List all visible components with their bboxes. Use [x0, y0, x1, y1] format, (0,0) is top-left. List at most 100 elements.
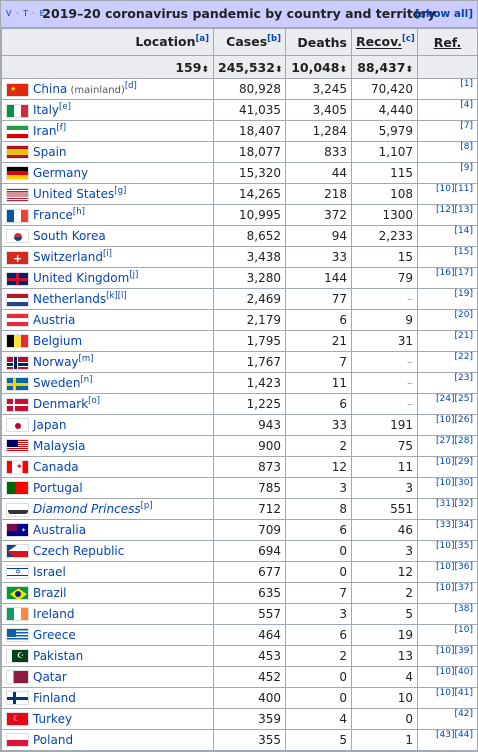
footnote-link[interactable]: [n] — [80, 375, 92, 385]
country-name[interactable]: Germany — [33, 166, 88, 180]
total-countries[interactable]: 159⬍ — [1, 55, 214, 79]
country-cell[interactable]: Japan — [1, 414, 214, 436]
country-name[interactable]: Diamond Princess — [33, 502, 141, 516]
country-name[interactable]: Malaysia — [33, 439, 85, 453]
country-name[interactable]: Finland — [33, 691, 76, 705]
country-name[interactable]: Greece — [33, 628, 76, 642]
country-cell[interactable]: Denmark[o] — [1, 393, 214, 415]
country-name[interactable]: Italy — [33, 103, 59, 117]
country-name[interactable]: South Korea — [33, 229, 106, 243]
country-name[interactable]: Qatar — [33, 670, 67, 684]
country-name[interactable]: Israel — [33, 565, 66, 579]
country-name[interactable]: France — [33, 208, 73, 222]
reference-link[interactable]: [27][28] — [417, 435, 478, 457]
country-name[interactable]: Canada — [33, 460, 79, 474]
country-name[interactable]: Norway — [33, 355, 79, 369]
reference-link[interactable]: [23] — [417, 372, 478, 394]
footnote-link[interactable]: [f] — [56, 123, 66, 133]
reference-link[interactable]: [24][25] — [417, 393, 478, 415]
country-cell[interactable]: Greece — [1, 624, 214, 646]
reference-link[interactable]: [20] — [417, 309, 478, 331]
country-name[interactable]: Portugal — [33, 481, 83, 495]
country-name[interactable]: Spain — [33, 145, 67, 159]
reference-link[interactable]: [15] — [417, 246, 478, 268]
vte-links[interactable]: V · T · E — [6, 1, 46, 27]
country-cell[interactable]: Brazil — [1, 582, 214, 604]
country-cell[interactable]: ✦ Australia — [1, 519, 214, 541]
reference-link[interactable]: [10] — [417, 624, 478, 646]
deaths-header[interactable]: Deaths — [285, 28, 352, 56]
country-cell[interactable]: Belgium — [1, 330, 214, 352]
reference-link[interactable]: [8] — [417, 141, 478, 163]
footnote-link[interactable]: [e] — [59, 102, 71, 112]
reference-link[interactable]: [31][32] — [417, 498, 478, 520]
reference-link[interactable]: [43][44] — [417, 729, 478, 751]
country-cell[interactable]: United Kingdom[j] — [1, 267, 214, 289]
country-cell[interactable]: Germany — [1, 162, 214, 184]
country-name[interactable]: Netherlands — [33, 292, 106, 306]
reference-link[interactable]: [38] — [417, 603, 478, 625]
country-name[interactable]: United Kingdom — [33, 271, 129, 285]
reference-link[interactable]: [10][26] — [417, 414, 478, 436]
location-header[interactable]: Location[a] — [1, 28, 214, 56]
country-name[interactable]: Australia — [33, 523, 86, 537]
country-name[interactable]: Brazil — [33, 586, 67, 600]
country-cell[interactable]: South Korea — [1, 225, 214, 247]
table-title[interactable]: 2019–20 coronavirus pandemic by country … — [42, 6, 435, 21]
reference-link[interactable]: [9] — [417, 162, 478, 184]
cases-header[interactable]: Cases[b] — [213, 28, 286, 56]
reference-link[interactable]: [10][40] — [417, 666, 478, 688]
country-cell[interactable]: Qatar — [1, 666, 214, 688]
country-cell[interactable]: Diamond Princess[p] — [1, 498, 214, 520]
footnote-link[interactable]: [g] — [114, 186, 126, 196]
reference-link[interactable]: [7] — [417, 120, 478, 142]
country-name[interactable]: Czech Republic — [33, 544, 124, 558]
country-name[interactable]: Poland — [33, 733, 73, 747]
country-cell[interactable]: Finland — [1, 687, 214, 709]
country-cell[interactable]: Sweden[n] — [1, 372, 214, 394]
footnote-link[interactable]: [i] — [103, 249, 112, 259]
reference-link[interactable]: [19] — [417, 288, 478, 310]
country-cell[interactable]: United States[g] — [1, 183, 214, 205]
reference-link[interactable]: [10][30] — [417, 477, 478, 499]
country-cell[interactable]: Malaysia — [1, 435, 214, 457]
country-cell[interactable]: Netherlands[k][l] — [1, 288, 214, 310]
country-name[interactable]: Sweden — [33, 376, 80, 390]
country-name[interactable]: Belgium — [33, 334, 82, 348]
country-cell[interactable]: Austria — [1, 309, 214, 331]
total-recov[interactable]: 88,437⬍ — [351, 55, 418, 79]
country-name[interactable]: Ireland — [33, 607, 75, 621]
country-cell[interactable]: ✦ Canada — [1, 456, 214, 478]
reference-link[interactable]: [14] — [417, 225, 478, 247]
country-name[interactable]: China — [33, 82, 67, 96]
country-cell[interactable]: Italy[e] — [1, 99, 214, 121]
reference-link[interactable]: [10][29] — [417, 456, 478, 478]
country-name[interactable]: Iran — [33, 124, 56, 138]
country-cell[interactable]: ☪ Pakistan — [1, 645, 214, 667]
reference-link[interactable]: [21] — [417, 330, 478, 352]
reference-link[interactable]: [1] — [417, 78, 478, 100]
country-cell[interactable]: ☾ Turkey — [1, 708, 214, 730]
country-cell[interactable]: + Switzerland[i] — [1, 246, 214, 268]
country-cell[interactable]: Portugal — [1, 477, 214, 499]
country-name[interactable]: Pakistan — [33, 649, 83, 663]
country-name[interactable]: Denmark — [33, 397, 88, 411]
country-cell[interactable]: Spain — [1, 141, 214, 163]
reference-link[interactable]: [10][35] — [417, 540, 478, 562]
reference-link[interactable]: [16][17] — [417, 267, 478, 289]
country-cell[interactable]: France[h] — [1, 204, 214, 226]
footnote-link[interactable]: [p] — [141, 501, 153, 511]
footnote-link[interactable]: [h] — [73, 207, 85, 217]
reference-link[interactable]: [10][41] — [417, 687, 478, 709]
total-deaths[interactable]: 10,048⬍ — [285, 55, 352, 79]
show-all-toggle[interactable]: [show all] — [415, 1, 473, 27]
reference-link[interactable]: [10][37] — [417, 582, 478, 604]
reference-link[interactable]: [22] — [417, 351, 478, 373]
footnote-link[interactable]: [m] — [79, 354, 94, 364]
country-cell[interactable]: Ireland — [1, 603, 214, 625]
country-name[interactable]: United States — [33, 187, 114, 201]
country-cell[interactable]: Poland — [1, 729, 214, 751]
reference-link[interactable]: [10][39] — [417, 645, 478, 667]
total-cases[interactable]: 245,532⬍ — [213, 55, 286, 79]
footnote-link[interactable]: [o] — [88, 396, 100, 406]
